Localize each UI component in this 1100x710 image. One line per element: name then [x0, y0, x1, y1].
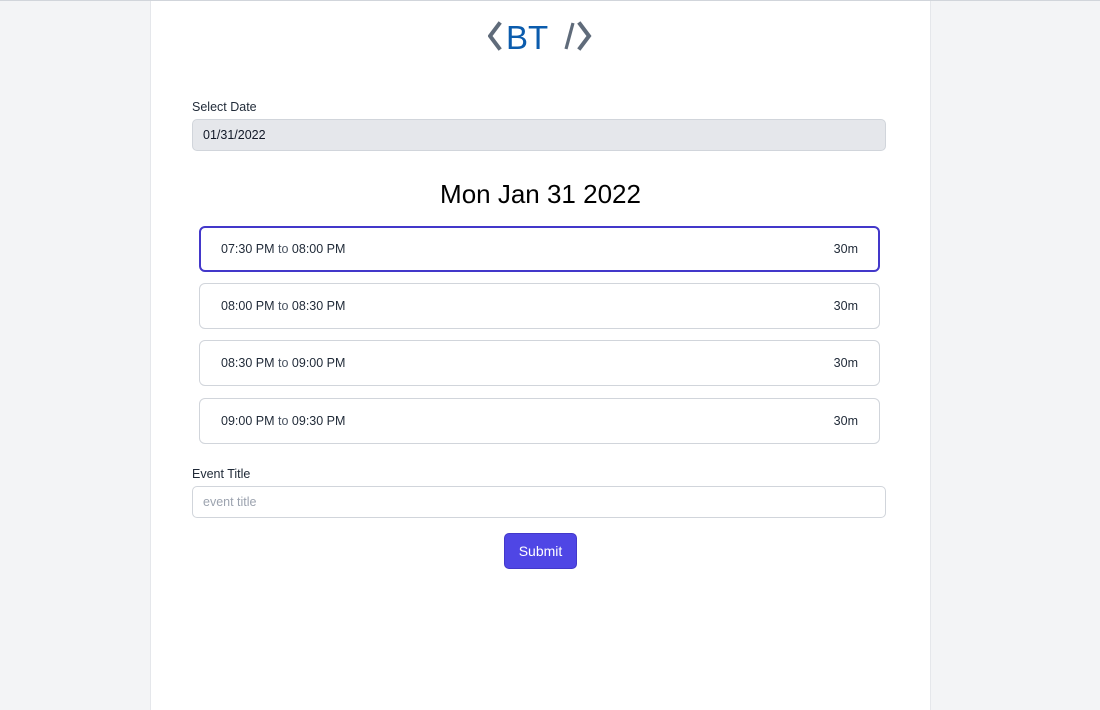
select-date-label: Select Date — [192, 100, 257, 114]
slot-start-time: 07:30 PM — [221, 242, 275, 256]
slot-duration: 30m — [833, 356, 858, 370]
slot-start-time: 09:00 PM — [221, 414, 275, 428]
slot-duration: 30m — [833, 299, 858, 313]
slot-connector: to — [278, 299, 289, 313]
date-input[interactable] — [192, 119, 886, 151]
slot-connector: to — [278, 414, 289, 428]
slot-start-time: 08:00 PM — [221, 299, 275, 313]
time-slot-1[interactable]: 07:30 PM to 08:00 PM 30m — [199, 226, 880, 272]
slot-duration: 30m — [833, 242, 858, 256]
slot-connector: to — [278, 242, 289, 256]
slot-start-time: 08:30 PM — [221, 356, 275, 370]
time-slot-range: 08:30 PM to 09:00 PM — [221, 356, 345, 370]
scheduler-panel: BT Select Date Mon Jan 31 2022 07:30 PM … — [150, 1, 931, 710]
time-slot-3[interactable]: 08:30 PM to 09:00 PM 30m — [199, 340, 880, 386]
submit-button[interactable]: Submit — [504, 533, 577, 569]
slot-duration: 30m — [833, 414, 858, 428]
time-slot-range: 08:00 PM to 08:30 PM — [221, 299, 345, 313]
event-title-label: Event Title — [192, 467, 251, 481]
bt-logo: BT — [488, 19, 592, 54]
time-slot-range: 09:00 PM to 09:30 PM — [221, 414, 345, 428]
slot-connector: to — [278, 356, 289, 370]
logo-right-chevron — [577, 21, 592, 51]
slot-end-time: 09:00 PM — [291, 356, 346, 370]
slot-end-time: 09:30 PM — [291, 414, 346, 428]
logo-slash — [564, 22, 575, 50]
selected-date-heading: Mon Jan 31 2022 — [440, 179, 641, 209]
slot-end-time: 08:30 PM — [291, 299, 346, 313]
logo-text: BT — [506, 19, 548, 54]
logo-left-chevron — [488, 21, 502, 51]
slot-end-time: 08:00 PM — [291, 242, 346, 256]
time-slot-4[interactable]: 09:00 PM to 09:30 PM 30m — [199, 398, 880, 444]
time-slot-range: 07:30 PM to 08:00 PM — [221, 242, 345, 256]
time-slot-2[interactable]: 08:00 PM to 08:30 PM 30m — [199, 283, 880, 329]
event-title-input[interactable] — [192, 486, 886, 518]
